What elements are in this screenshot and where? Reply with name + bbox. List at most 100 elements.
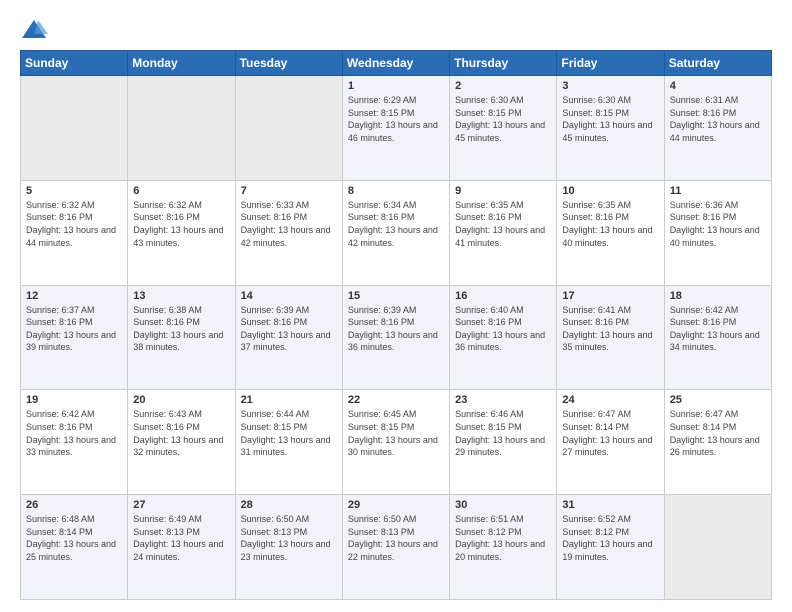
- day-info: Sunrise: 6:45 AM Sunset: 8:15 PM Dayligh…: [348, 408, 444, 458]
- day-info: Sunrise: 6:37 AM Sunset: 8:16 PM Dayligh…: [26, 304, 122, 354]
- col-header-friday: Friday: [557, 51, 664, 76]
- calendar-cell: 18 Sunrise: 6:42 AM Sunset: 8:16 PM Dayli…: [664, 285, 771, 390]
- calendar-cell: 31 Sunrise: 6:52 AM Sunset: 8:12 PM Dayli…: [557, 495, 664, 600]
- day-info: Sunrise: 6:41 AM Sunset: 8:16 PM Dayligh…: [562, 304, 658, 354]
- week-row-4: 26 Sunrise: 6:48 AM Sunset: 8:14 PM Dayli…: [21, 495, 772, 600]
- day-info: Sunrise: 6:38 AM Sunset: 8:16 PM Dayligh…: [133, 304, 229, 354]
- col-header-wednesday: Wednesday: [342, 51, 449, 76]
- calendar-cell: 17 Sunrise: 6:41 AM Sunset: 8:16 PM Dayli…: [557, 285, 664, 390]
- day-info: Sunrise: 6:35 AM Sunset: 8:16 PM Dayligh…: [562, 199, 658, 249]
- day-info: Sunrise: 6:43 AM Sunset: 8:16 PM Dayligh…: [133, 408, 229, 458]
- day-number: 3: [562, 80, 658, 92]
- day-info: Sunrise: 6:39 AM Sunset: 8:16 PM Dayligh…: [348, 304, 444, 354]
- day-number: 28: [241, 499, 337, 511]
- day-info: Sunrise: 6:42 AM Sunset: 8:16 PM Dayligh…: [670, 304, 766, 354]
- day-info: Sunrise: 6:48 AM Sunset: 8:14 PM Dayligh…: [26, 513, 122, 563]
- calendar-table: SundayMondayTuesdayWednesdayThursdayFrid…: [20, 50, 772, 600]
- day-info: Sunrise: 6:35 AM Sunset: 8:16 PM Dayligh…: [455, 199, 551, 249]
- logo: [20, 16, 52, 44]
- calendar-cell: 4 Sunrise: 6:31 AM Sunset: 8:16 PM Daylig…: [664, 76, 771, 181]
- day-number: 14: [241, 290, 337, 302]
- calendar-cell: 28 Sunrise: 6:50 AM Sunset: 8:13 PM Dayli…: [235, 495, 342, 600]
- day-number: 17: [562, 290, 658, 302]
- week-row-0: 1Sunrise: 6:29 AM Sunset: 8:15 PM Daylig…: [21, 76, 772, 181]
- day-number: 24: [562, 394, 658, 406]
- page: SundayMondayTuesdayWednesdayThursdayFrid…: [0, 0, 792, 612]
- week-row-3: 19 Sunrise: 6:42 AM Sunset: 8:16 PM Dayli…: [21, 390, 772, 495]
- day-number: 30: [455, 499, 551, 511]
- header-row: SundayMondayTuesdayWednesdayThursdayFrid…: [21, 51, 772, 76]
- day-number: 12: [26, 290, 122, 302]
- day-info: Sunrise: 6:40 AM Sunset: 8:16 PM Dayligh…: [455, 304, 551, 354]
- day-info: Sunrise: 6:46 AM Sunset: 8:15 PM Dayligh…: [455, 408, 551, 458]
- day-number: 8: [348, 185, 444, 197]
- calendar-cell: 25 Sunrise: 6:47 AM Sunset: 8:14 PM Dayli…: [664, 390, 771, 495]
- day-number: 13: [133, 290, 229, 302]
- day-info: Sunrise: 6:29 AM Sunset: 8:15 PM Dayligh…: [348, 94, 444, 144]
- day-info: Sunrise: 6:49 AM Sunset: 8:13 PM Dayligh…: [133, 513, 229, 563]
- calendar-cell: [664, 495, 771, 600]
- calendar-cell: 3 Sunrise: 6:30 AM Sunset: 8:15 PM Daylig…: [557, 76, 664, 181]
- calendar-cell: 22 Sunrise: 6:45 AM Sunset: 8:15 PM Dayli…: [342, 390, 449, 495]
- calendar-cell: 11 Sunrise: 6:36 AM Sunset: 8:16 PM Dayli…: [664, 180, 771, 285]
- day-info: Sunrise: 6:47 AM Sunset: 8:14 PM Dayligh…: [670, 408, 766, 458]
- day-number: 6: [133, 185, 229, 197]
- day-number: 15: [348, 290, 444, 302]
- day-info: Sunrise: 6:52 AM Sunset: 8:12 PM Dayligh…: [562, 513, 658, 563]
- calendar-cell: 29 Sunrise: 6:50 AM Sunset: 8:13 PM Dayli…: [342, 495, 449, 600]
- calendar-cell: 13 Sunrise: 6:38 AM Sunset: 8:16 PM Dayli…: [128, 285, 235, 390]
- day-number: 22: [348, 394, 444, 406]
- calendar-cell: [128, 76, 235, 181]
- day-info: Sunrise: 6:36 AM Sunset: 8:16 PM Dayligh…: [670, 199, 766, 249]
- day-number: 11: [670, 185, 766, 197]
- day-info: Sunrise: 6:32 AM Sunset: 8:16 PM Dayligh…: [133, 199, 229, 249]
- day-number: 18: [670, 290, 766, 302]
- day-number: 20: [133, 394, 229, 406]
- day-number: 4: [670, 80, 766, 92]
- day-info: Sunrise: 6:31 AM Sunset: 8:16 PM Dayligh…: [670, 94, 766, 144]
- day-number: 19: [26, 394, 122, 406]
- calendar-cell: 16Sunrise: 6:40 AM Sunset: 8:16 PM Dayli…: [450, 285, 557, 390]
- calendar-cell: 1Sunrise: 6:29 AM Sunset: 8:15 PM Daylig…: [342, 76, 449, 181]
- col-header-sunday: Sunday: [21, 51, 128, 76]
- day-info: Sunrise: 6:33 AM Sunset: 8:16 PM Dayligh…: [241, 199, 337, 249]
- day-info: Sunrise: 6:39 AM Sunset: 8:16 PM Dayligh…: [241, 304, 337, 354]
- col-header-monday: Monday: [128, 51, 235, 76]
- calendar-cell: 24 Sunrise: 6:47 AM Sunset: 8:14 PM Dayli…: [557, 390, 664, 495]
- day-info: Sunrise: 6:30 AM Sunset: 8:15 PM Dayligh…: [562, 94, 658, 144]
- calendar-cell: 27Sunrise: 6:49 AM Sunset: 8:13 PM Dayli…: [128, 495, 235, 600]
- day-number: 21: [241, 394, 337, 406]
- week-row-1: 5Sunrise: 6:32 AM Sunset: 8:16 PM Daylig…: [21, 180, 772, 285]
- day-number: 26: [26, 499, 122, 511]
- calendar-cell: 30 Sunrise: 6:51 AM Sunset: 8:12 PM Dayli…: [450, 495, 557, 600]
- col-header-saturday: Saturday: [664, 51, 771, 76]
- calendar-cell: 5Sunrise: 6:32 AM Sunset: 8:16 PM Daylig…: [21, 180, 128, 285]
- day-number: 7: [241, 185, 337, 197]
- day-number: 10: [562, 185, 658, 197]
- day-info: Sunrise: 6:34 AM Sunset: 8:16 PM Dayligh…: [348, 199, 444, 249]
- calendar-cell: 2 Sunrise: 6:30 AM Sunset: 8:15 PM Daylig…: [450, 76, 557, 181]
- day-info: Sunrise: 6:44 AM Sunset: 8:15 PM Dayligh…: [241, 408, 337, 458]
- logo-icon: [20, 16, 48, 44]
- calendar-cell: 23Sunrise: 6:46 AM Sunset: 8:15 PM Dayli…: [450, 390, 557, 495]
- day-number: 2: [455, 80, 551, 92]
- day-info: Sunrise: 6:47 AM Sunset: 8:14 PM Dayligh…: [562, 408, 658, 458]
- col-header-thursday: Thursday: [450, 51, 557, 76]
- day-number: 31: [562, 499, 658, 511]
- calendar-cell: [235, 76, 342, 181]
- calendar-cell: 10 Sunrise: 6:35 AM Sunset: 8:16 PM Dayli…: [557, 180, 664, 285]
- day-info: Sunrise: 6:42 AM Sunset: 8:16 PM Dayligh…: [26, 408, 122, 458]
- day-info: Sunrise: 6:51 AM Sunset: 8:12 PM Dayligh…: [455, 513, 551, 563]
- week-row-2: 12 Sunrise: 6:37 AM Sunset: 8:16 PM Dayli…: [21, 285, 772, 390]
- header: [20, 16, 772, 44]
- calendar-cell: 9Sunrise: 6:35 AM Sunset: 8:16 PM Daylig…: [450, 180, 557, 285]
- calendar-cell: 20 Sunrise: 6:43 AM Sunset: 8:16 PM Dayli…: [128, 390, 235, 495]
- calendar-cell: 21 Sunrise: 6:44 AM Sunset: 8:15 PM Dayli…: [235, 390, 342, 495]
- day-info: Sunrise: 6:50 AM Sunset: 8:13 PM Dayligh…: [348, 513, 444, 563]
- day-number: 29: [348, 499, 444, 511]
- day-info: Sunrise: 6:50 AM Sunset: 8:13 PM Dayligh…: [241, 513, 337, 563]
- day-number: 25: [670, 394, 766, 406]
- calendar-cell: 14 Sunrise: 6:39 AM Sunset: 8:16 PM Dayli…: [235, 285, 342, 390]
- col-header-tuesday: Tuesday: [235, 51, 342, 76]
- day-info: Sunrise: 6:30 AM Sunset: 8:15 PM Dayligh…: [455, 94, 551, 144]
